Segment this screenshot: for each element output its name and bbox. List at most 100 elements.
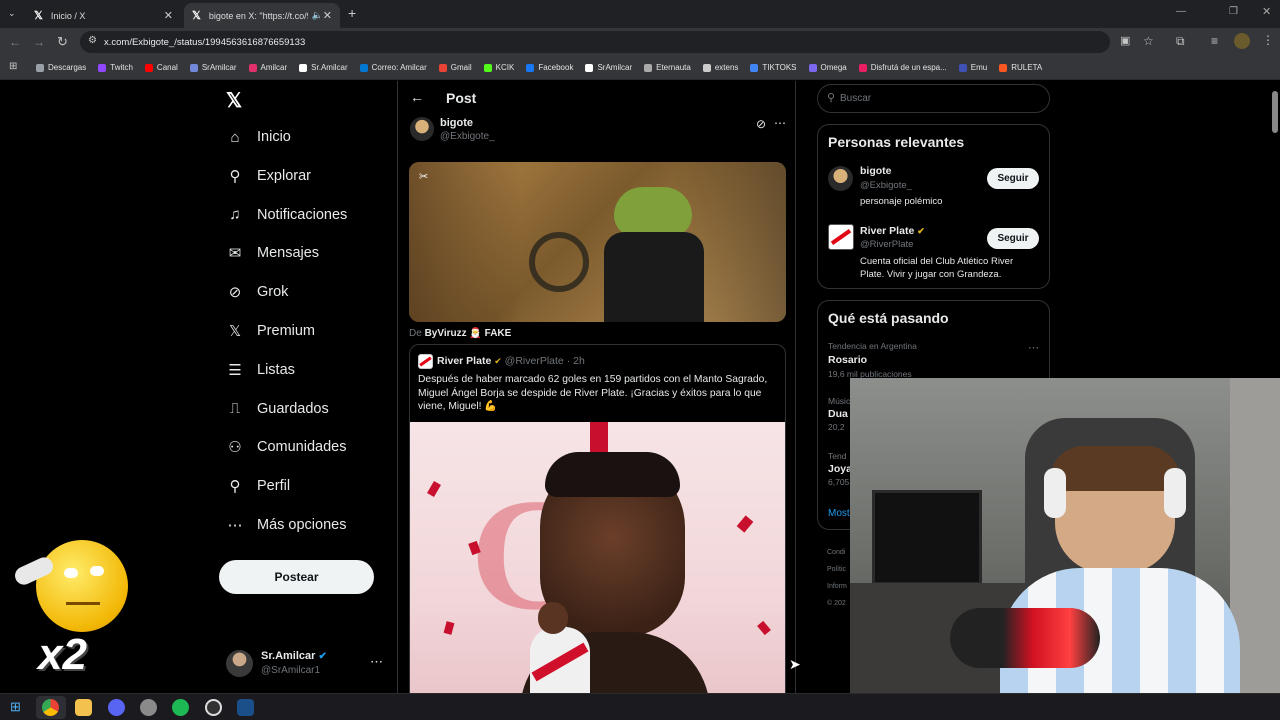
reload-icon[interactable]: ↻ (57, 34, 68, 50)
tab-close-icon[interactable]: ✕ (323, 9, 332, 22)
bookmark-item[interactable]: extens (702, 63, 738, 72)
sidebar-item-mensajes[interactable]: ✉ Mensajes (226, 244, 319, 262)
grok-action-icon[interactable]: ⊘ (756, 117, 766, 131)
window-close-icon[interactable]: ✕ (1262, 5, 1271, 18)
sidebar-item-m-s-opciones[interactable]: ⋯ Más opciones (226, 516, 347, 534)
bookmark-item[interactable]: Eternauta (644, 63, 691, 72)
author-handle[interactable]: @Exbigote_ (440, 131, 495, 142)
back-icon[interactable]: ← (9, 35, 21, 49)
bookmark-favicon-icon (299, 63, 308, 72)
account-more-icon[interactable]: ⋯ (370, 654, 383, 670)
trend-more-icon[interactable]: ⋯ (1028, 341, 1039, 354)
footer-link[interactable]: Condi (827, 544, 847, 561)
bookmark-item[interactable]: SrAmilcar (189, 63, 237, 72)
footer-links: Condi Polític Inform © 202 (827, 544, 847, 612)
grok-icon: ⊘ (228, 284, 242, 302)
relevant-avatar[interactable] (828, 166, 853, 191)
tab-inicio[interactable]: 𝕏 Inicio / X ✕ (26, 3, 181, 28)
bookmark-item[interactable]: Canal (144, 63, 178, 72)
follow-button[interactable]: Seguir (987, 168, 1039, 189)
bookmark-label: TIKTOKS (762, 63, 797, 72)
forward-icon[interactable]: → (33, 35, 45, 49)
frog-suit (604, 232, 704, 322)
account-switcher[interactable]: Sr.Amilcar ✔ @SrAmilcar1 ⋯ (226, 648, 386, 680)
audio-icon[interactable]: 🔈 (312, 10, 323, 21)
new-tab-icon[interactable]: + (348, 5, 356, 21)
profile-avatar-icon[interactable] (1234, 33, 1250, 49)
tab-bigote-post[interactable]: 𝕏 bigote en X: "https://t.co/9( 🔈 ✕ (184, 3, 340, 28)
address-bar[interactable]: ⚙ x.com/Exbigote_/status/199456361687665… (80, 31, 1154, 53)
bookmark-item[interactable]: Correo: Amilcar (359, 63, 427, 72)
author-avatar[interactable] (410, 117, 434, 141)
author-name[interactable]: bigote (440, 117, 473, 129)
sidebar-item-comunidades[interactable]: ⚇ Comunidades (226, 438, 346, 456)
sidebar-item-grok[interactable]: ⊘ Grok (226, 283, 289, 302)
sidebar-item-guardados[interactable]: ⎍ Guardados (226, 400, 329, 418)
url-text: x.com/Exbigote_/status/19945636168766591… (104, 36, 306, 48)
bookmark-item[interactable]: Disfrutá de un espa... (858, 63, 947, 72)
cast-icon[interactable]: ▣ (1120, 34, 1130, 47)
sidebar-item-premium[interactable]: 𝕏 Premium (226, 322, 315, 340)
bookmark-item[interactable]: KCIK (483, 63, 514, 72)
tab-list-chevron-icon[interactable]: ⌄ (8, 8, 16, 19)
search-input[interactable]: ⚲ Buscar (817, 84, 1050, 113)
restore-icon[interactable]: ❐ (1229, 6, 1238, 17)
x-logo-icon[interactable]: 𝕏 (226, 88, 242, 113)
obs-taskbar-icon[interactable] (205, 699, 222, 716)
relevant-name[interactable]: bigote (860, 165, 892, 177)
farewell-image[interactable]: G (410, 422, 785, 693)
quoted-post[interactable]: River Plate ✔ @RiverPlate · 2h Después d… (409, 344, 786, 693)
trend-item[interactable]: Músic Dua 20,2 (828, 396, 850, 432)
bookmark-item[interactable]: TIKTOKS (750, 63, 797, 72)
bell-icon: ♫ (229, 206, 241, 224)
relevant-title: Personas relevantes (828, 134, 965, 150)
bookmark-item[interactable]: Descargas (36, 63, 86, 72)
sidebar-item-perfil[interactable]: ⚲ Perfil (226, 477, 291, 495)
media-control-icon[interactable]: ≡ (1211, 34, 1218, 48)
browser-menu-icon[interactable]: ⋮ (1262, 33, 1274, 47)
show-more-link[interactable]: Most (828, 508, 850, 519)
spotify-taskbar-icon[interactable] (172, 699, 189, 716)
sidebar-item-notificaciones[interactable]: ♫ Notificaciones (226, 206, 347, 224)
bookmark-item[interactable]: Facebook (526, 63, 573, 72)
bookmark-item[interactable]: Twitch (98, 63, 133, 72)
sidebar-item-listas[interactable]: ☰ Listas (226, 361, 295, 379)
relevant-name[interactable]: River Plate (860, 225, 914, 237)
file-explorer-taskbar-icon[interactable] (75, 699, 92, 716)
apps-grid-icon[interactable]: ⊞ (9, 61, 17, 72)
chrome-taskbar-icon[interactable] (42, 699, 59, 716)
bookmark-item[interactable]: Amilcar (248, 63, 287, 72)
bookmark-star-icon[interactable]: ☆ (1143, 34, 1154, 48)
post-media-image[interactable]: ✂ (409, 162, 786, 322)
windows-start-icon[interactable]: ⊞ (10, 699, 21, 715)
footer-link[interactable]: Polític (827, 561, 847, 578)
relevant-avatar[interactable] (828, 224, 854, 250)
tab-close-icon[interactable]: ✕ (164, 9, 173, 22)
trend-context: Tendencia en Argentina (828, 341, 917, 351)
site-info-icon[interactable]: ⚙ (88, 35, 97, 46)
steam-taskbar-icon[interactable] (237, 699, 254, 716)
post-button[interactable]: Postear (219, 560, 374, 594)
trend-item[interactable]: Tend Joya 6,705 (828, 451, 852, 487)
sidebar-item-inicio[interactable]: ⌂ Inicio (226, 128, 290, 146)
steering-wheel (529, 232, 589, 292)
follow-button[interactable]: Seguir (987, 228, 1039, 249)
bookmark-item[interactable]: RULETA (999, 63, 1042, 72)
source-name[interactable]: ByViruzz 🎅 FAKE (425, 328, 512, 339)
bookmark-item[interactable]: Gmail (438, 63, 472, 72)
app-taskbar-icon[interactable] (140, 699, 157, 716)
bookmark-item[interactable]: Omega (808, 63, 847, 72)
extensions-icon[interactable]: ⧉ (1176, 34, 1185, 49)
bookmark-item[interactable]: SrAmilcar (585, 63, 632, 72)
bookmark-item[interactable]: Emu (958, 63, 987, 72)
trend-item[interactable]: Tendencia en Argentina Rosario 19,6 mil … (828, 341, 1043, 379)
back-arrow-icon[interactable]: ← (410, 89, 424, 105)
scrollbar-thumb[interactable] (1272, 91, 1278, 133)
bookmark-item[interactable]: Sr.Amilcar (299, 63, 348, 72)
minimize-icon[interactable]: — (1176, 6, 1186, 17)
post-more-icon[interactable]: ⋯ (774, 116, 786, 130)
footer-link[interactable]: Inform (827, 578, 847, 595)
sidebar-item-explorar[interactable]: ⚲ Explorar (226, 167, 312, 185)
discord-taskbar-icon[interactable] (108, 699, 125, 716)
bookmark-label: Sr.Amilcar (311, 63, 348, 72)
